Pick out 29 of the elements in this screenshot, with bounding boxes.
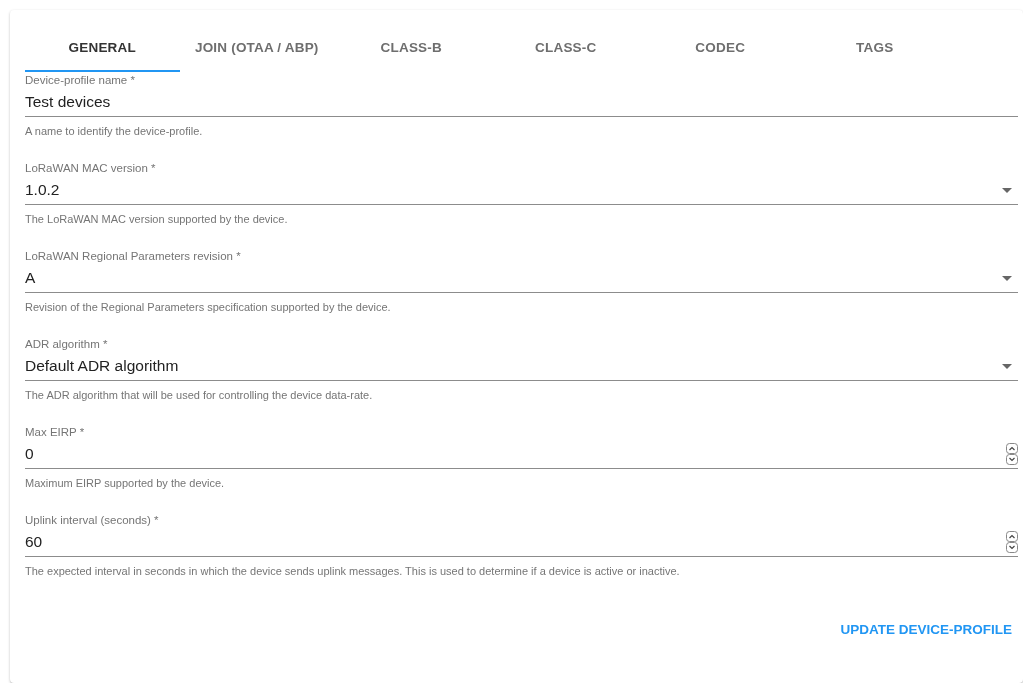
spinner-icon[interactable] <box>1006 443 1018 465</box>
helper-text: Revision of the Regional Parameters specification supported by the device. <box>25 300 392 314</box>
helper-text: The expected interval in seconds in which the device sends uplink messages. This is used to determine if a device is active or inactive. <box>25 564 681 578</box>
field-label: Device-profile name * <box>25 73 136 88</box>
field-label: Max EIRP * <box>25 425 86 440</box>
helper-text: The LoRaWAN MAC version supported by the device. <box>25 212 289 226</box>
field-label: Uplink interval (seconds) * <box>25 513 160 528</box>
field-label: ADR algorithm * <box>25 337 109 352</box>
input-field[interactable]: 60 <box>25 533 1006 551</box>
tab[interactable]: CLASS-B <box>334 25 489 72</box>
tab[interactable]: TAGS <box>797 25 952 72</box>
dropdown-caret-icon[interactable] <box>1002 187 1012 193</box>
dropdown-caret-icon[interactable] <box>1002 275 1012 281</box>
helper-text: A name to identify the device-profile. <box>25 124 204 138</box>
tab[interactable]: CLASS-C <box>488 25 643 72</box>
helper-text: Maximum EIRP supported by the device. <box>25 476 226 490</box>
tab[interactable]: CODEC <box>643 25 798 72</box>
helper-text: The ADR algorithm that will be used for controlling the device data-rate. <box>25 388 374 402</box>
input-field[interactable]: 0 <box>25 445 1006 463</box>
select-field[interactable]: 1.0.2 <box>25 181 1002 199</box>
select-field[interactable]: A <box>25 269 1002 287</box>
field-label: LoRaWAN Regional Parameters revision * <box>25 249 242 264</box>
field-label: LoRaWAN MAC version * <box>25 161 157 176</box>
select-field[interactable]: Default ADR algorithm <box>25 357 1002 375</box>
tab[interactable]: JOIN (OTAA / ABP) <box>179 25 334 72</box>
input-field[interactable]: Test devices <box>25 93 1018 111</box>
spinner-icon[interactable] <box>1006 531 1018 553</box>
dropdown-caret-icon[interactable] <box>1002 363 1012 369</box>
tab[interactable]: GENERAL <box>25 25 180 72</box>
